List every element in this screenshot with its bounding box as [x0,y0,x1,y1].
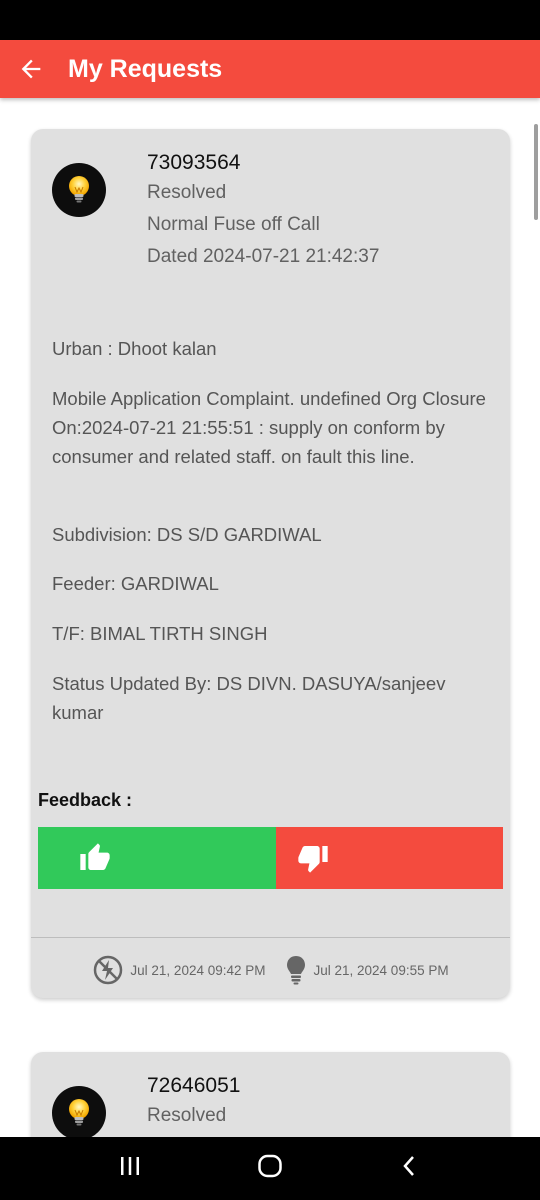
app-bar: My Requests [0,40,540,98]
request-card[interactable]: 73093564 Resolved Normal Fuse off Call D… [31,129,510,998]
power-off-icon [94,955,123,985]
thumbs-down-button[interactable] [276,827,503,889]
request-type: Normal Fuse off Call [147,214,320,235]
card-divider [31,937,510,938]
recent-apps-button[interactable] [118,1154,142,1183]
request-id: 73093564 [147,151,241,174]
request-remarks: Mobile Application Complaint. undefined … [52,388,486,467]
home-icon [258,1154,282,1178]
request-status: Resolved [147,182,227,203]
request-feeder: Feeder: GARDIWAL [52,573,219,594]
back-button[interactable] [0,40,62,98]
complaint-time-text: Jul 21, 2024 09:42 PM [130,962,266,978]
avatar [52,163,106,217]
feedback-label: Feedback : [38,790,133,810]
request-subdivision: Subdivision: DS S/D GARDIWAL [52,524,322,545]
thumbs-up-icon [80,843,110,870]
arrow-left-icon [21,59,41,79]
complaint-time: Jul 21, 2024 09:42 PM [92,954,266,986]
request-card[interactable]: 72646051 Resolved [31,1052,510,1137]
avatar [52,1086,106,1137]
request-header: 72646051 Resolved [147,1072,240,1128]
request-updated-by: Status Updated By: DS DIVN. DASUYA/sanje… [52,673,446,723]
scrollbar[interactable] [534,124,538,220]
request-transformer: T/F: BIMAL TIRTH SINGH [52,623,268,644]
bulb-icon [69,176,89,203]
chevron-left-icon [403,1156,415,1176]
card-footer: Jul 21, 2024 09:42 PM Jul 21, 2024 09:55… [31,953,510,987]
resolved-time-text: Jul 21, 2024 09:55 PM [313,962,449,978]
recent-apps-icon [120,1157,139,1175]
request-date: Dated 2024-07-21 21:42:37 [147,246,380,267]
bulb-icon [69,1099,89,1126]
thumbs-up-button[interactable] [38,827,276,889]
request-id: 72646051 [147,1074,241,1097]
system-nav-bar [0,1137,540,1200]
thumbs-down-icon [298,846,328,873]
request-list[interactable]: 73093564 Resolved Normal Fuse off Call D… [0,98,540,1137]
request-header: 73093564 Resolved Normal Fuse off Call D… [147,149,379,269]
request-status: Resolved [147,1105,227,1126]
page-title: My Requests [68,54,223,83]
resolved-time: Jul 21, 2024 09:55 PM [284,954,449,986]
status-bar [0,0,540,40]
bulb-outline-icon [286,956,305,985]
home-button[interactable] [257,1153,283,1184]
request-area: Urban : Dhoot kalan [52,338,217,359]
system-back-button[interactable] [398,1154,422,1183]
